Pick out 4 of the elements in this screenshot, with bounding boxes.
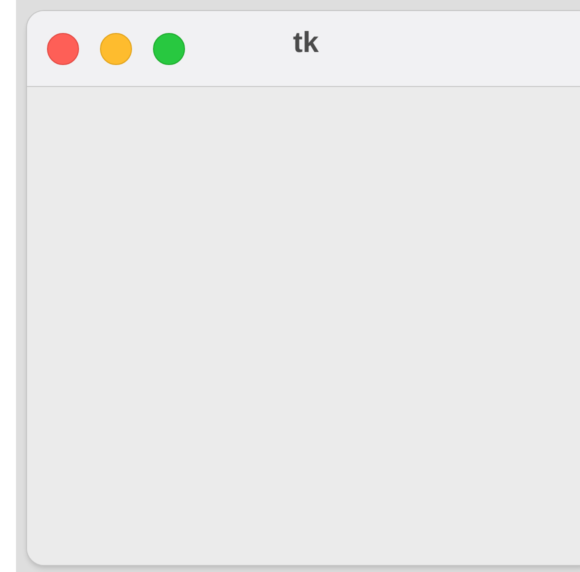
window-title: tk [293,29,319,58]
zoom-button[interactable] [153,32,185,64]
minimize-button[interactable] [100,32,132,64]
close-button[interactable] [47,32,79,64]
